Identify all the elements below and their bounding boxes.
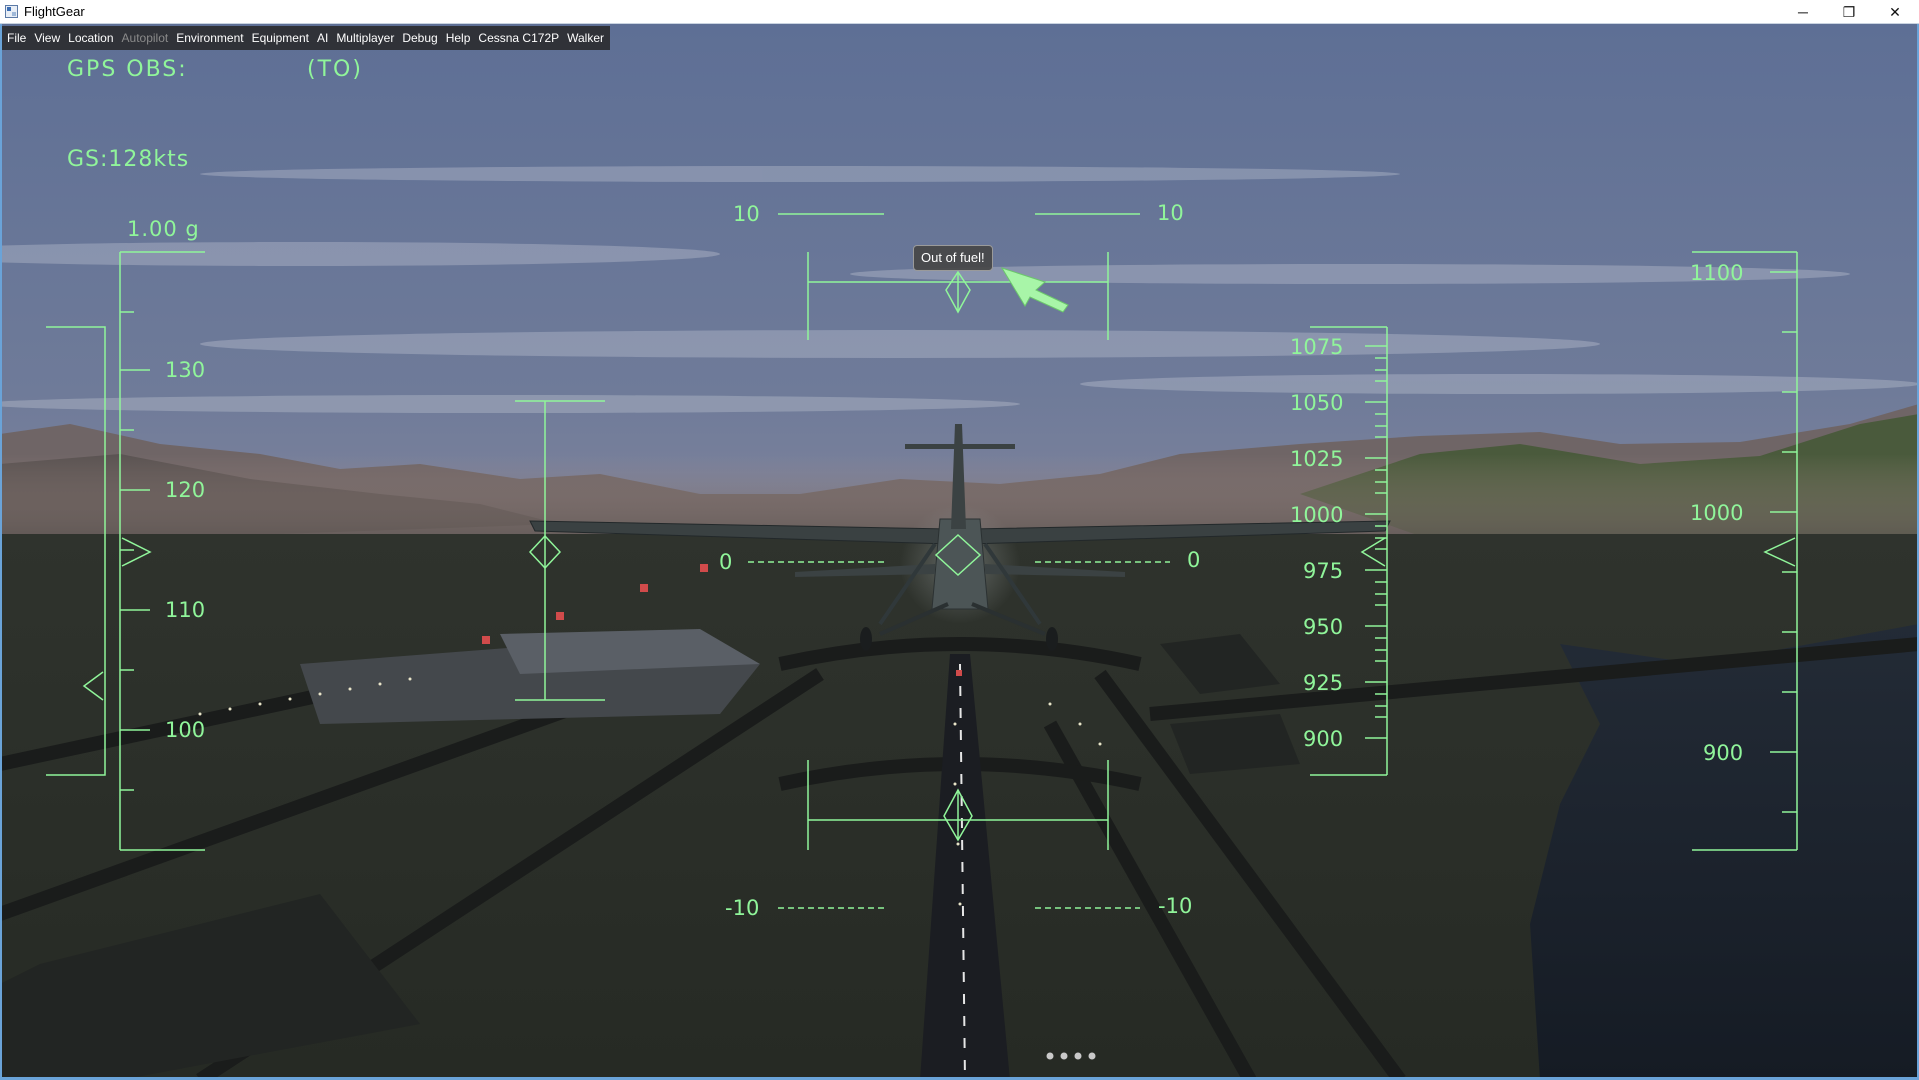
altitude-label-1050: 1050	[1290, 391, 1343, 415]
vsi-label-900: 900	[1703, 741, 1743, 765]
pitch-label-top-left: 10	[733, 202, 760, 226]
speed-label-130: 130	[165, 358, 205, 382]
altitude-label-1000: 1000	[1290, 503, 1343, 527]
mouse-pointer-icon	[1000, 267, 1069, 313]
altitude-label-975: 975	[1303, 559, 1343, 583]
hud-overlay: GPS OBS: (TO) GS:128kts 1.00 g 130 120 1…	[46, 57, 1798, 1060]
gps-obs-label: GPS OBS:	[67, 57, 188, 82]
speed-label-100: 100	[165, 718, 205, 742]
loading-dots-icon	[1046, 1052, 1096, 1060]
altitude-label-950: 950	[1303, 615, 1343, 639]
aoa-indicator	[515, 400, 605, 701]
pitch-label-horizon-right: 0	[1187, 548, 1200, 572]
gps-obs-flag: (TO)	[307, 57, 363, 82]
speed-tape	[119, 251, 205, 851]
pitch-label-top-right: 10	[1157, 201, 1184, 225]
altitude-label-900: 900	[1303, 727, 1343, 751]
speed-label-120: 120	[165, 478, 205, 502]
pitch-label-bottom-left: -10	[725, 896, 759, 920]
hud-text: GPS OBS: (TO) GS:128kts 1.00 g 130 120 1…	[67, 57, 1743, 920]
pitch-label-horizon-left: 0	[719, 550, 732, 574]
pitch-label-bottom-right: -10	[1158, 894, 1192, 918]
pitch-ladder-bottom	[778, 760, 1140, 909]
vsi-label-1000: 1000	[1690, 501, 1743, 525]
g-load-readout: 1.00 g	[127, 217, 200, 241]
hud-lines	[46, 213, 1798, 909]
flight-path-marker	[934, 533, 982, 577]
out-of-fuel-message: Out of fuel!	[913, 245, 993, 271]
pitch-ladder-top	[778, 213, 1140, 340]
vsi-label-1100: 1100	[1690, 261, 1743, 285]
ground-speed-readout: GS:128kts	[67, 147, 189, 172]
speed-label-110: 110	[165, 598, 205, 622]
window-frame-left	[0, 24, 2, 1080]
g-load-bracket	[46, 326, 106, 776]
altitude-label-1025: 1025	[1290, 447, 1343, 471]
altitude-label-925: 925	[1303, 671, 1343, 695]
altitude-label-1075: 1075	[1290, 335, 1343, 359]
